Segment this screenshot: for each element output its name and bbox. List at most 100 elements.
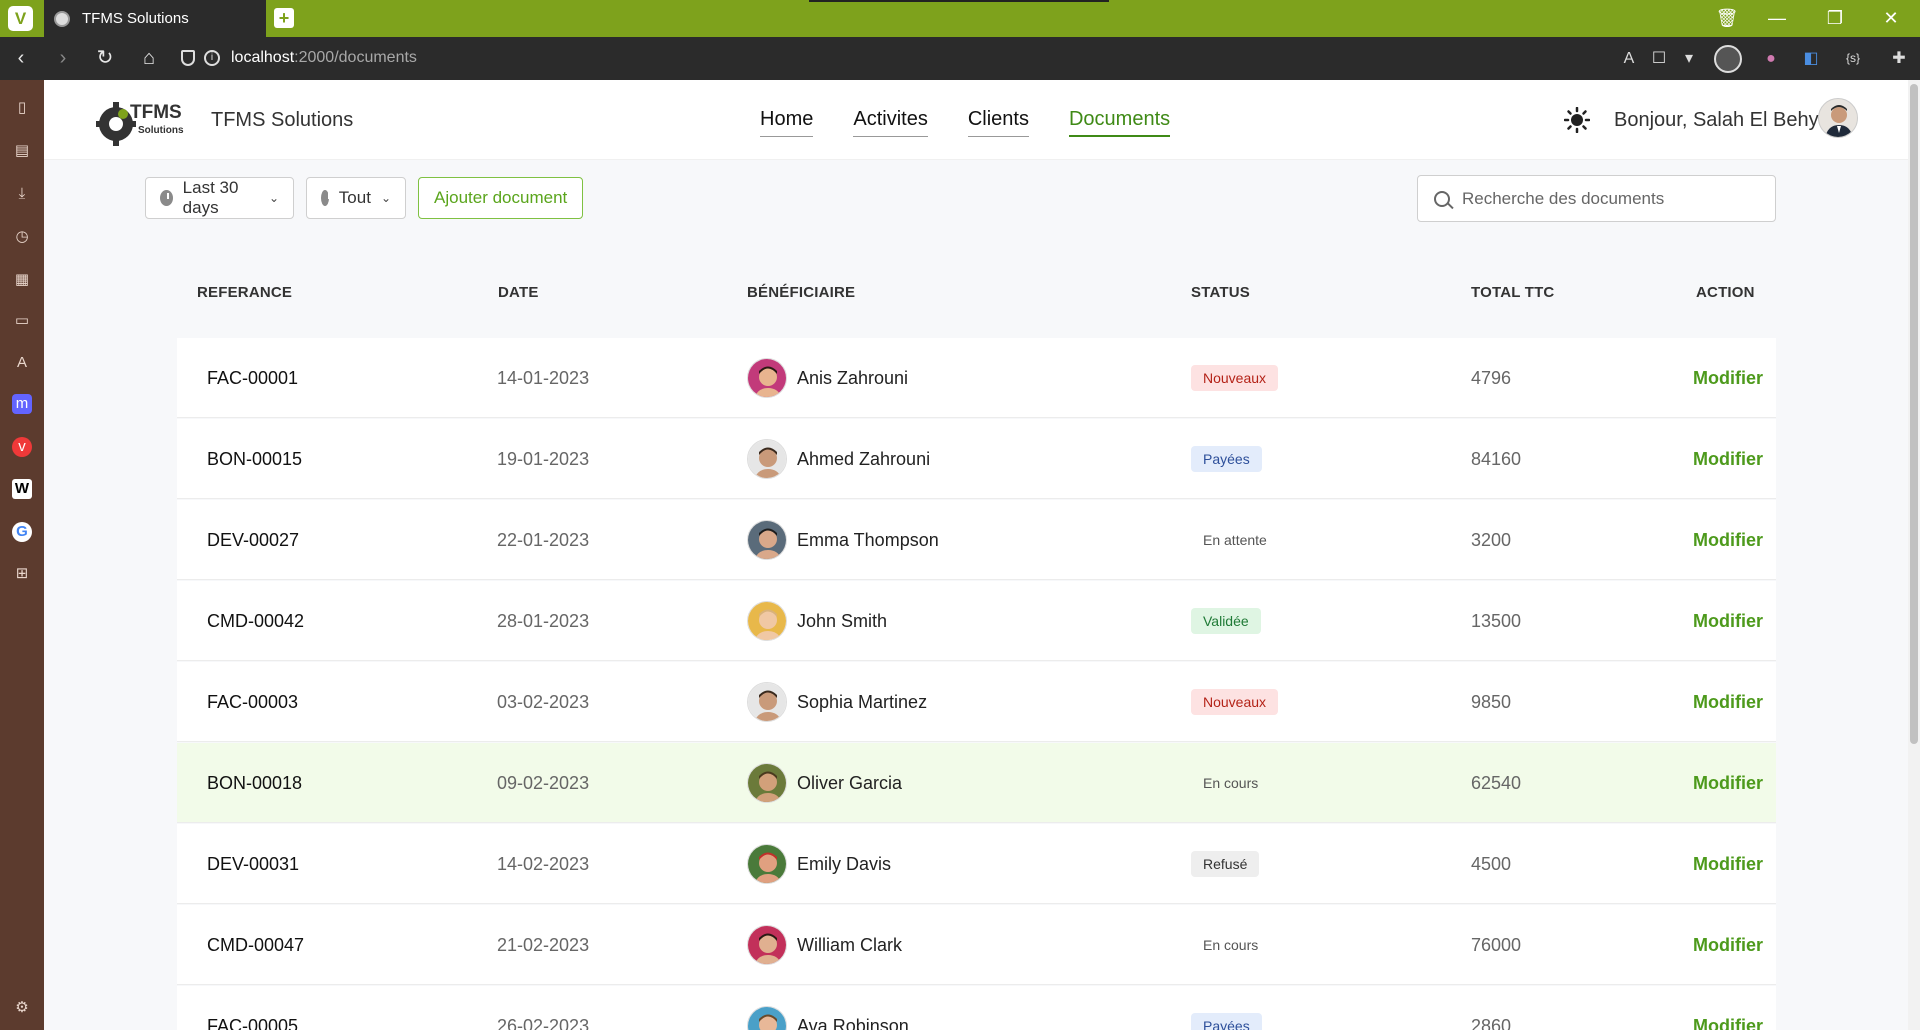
shield-icon[interactable] xyxy=(181,50,195,66)
back-icon[interactable]: ‹ xyxy=(6,37,36,80)
col-status[interactable]: STATUS xyxy=(1191,284,1250,301)
table-row[interactable]: CMD-00047 21-02-2023 William Clark En co… xyxy=(177,905,1776,985)
dropdown-icon[interactable]: ▾ xyxy=(1674,37,1704,80)
avatar xyxy=(747,601,787,641)
period-dropdown[interactable]: Last 30 days ⌄ xyxy=(145,177,294,219)
bookmarks-panel-icon[interactable]: ▯ xyxy=(12,98,32,118)
cell-date: 09-02-2023 xyxy=(497,772,590,793)
tab-favicon-icon xyxy=(54,10,70,27)
url-path: :2000/documents xyxy=(294,49,417,66)
avatar-image xyxy=(748,359,786,397)
reload-icon[interactable]: ↻ xyxy=(90,37,120,80)
cell-status: Validée xyxy=(1191,581,1261,661)
status-badge: Payées xyxy=(1191,446,1262,472)
browser-tab[interactable]: TFMS Solutions xyxy=(44,0,266,37)
url-field[interactable]: localhost:2000/documents xyxy=(231,49,417,67)
profile-avatar-icon[interactable] xyxy=(1714,45,1742,73)
vivaldi-panel-icon[interactable]: v xyxy=(12,437,32,457)
col-total-ttc[interactable]: TOTAL TTC xyxy=(1471,284,1554,301)
table-row[interactable]: DEV-00031 14-02-2023 Emily Davis Refusé … xyxy=(177,824,1776,904)
reading-list-icon[interactable]: ▤ xyxy=(12,141,32,161)
extension-icon[interactable]: ● xyxy=(1756,37,1786,80)
table-row[interactable]: FAC-00001 14-01-2023 Anis Zahrouni Nouve… xyxy=(177,338,1776,418)
extensions-puzzle-icon[interactable]: ✚ xyxy=(1884,37,1914,80)
cell-date: 19-01-2023 xyxy=(497,448,590,469)
table-row[interactable]: DEV-00027 22-01-2023 Emma Thompson En at… xyxy=(177,500,1776,580)
search-input[interactable] xyxy=(1462,188,1752,209)
table-row[interactable]: FAC-00003 03-02-2023 Sophia Martinez Nou… xyxy=(177,662,1776,742)
window-panel-icon[interactable]: ▭ xyxy=(12,311,32,331)
modify-link[interactable]: Modifier xyxy=(1693,986,1763,1030)
cell-status: Nouveaux xyxy=(1191,662,1279,742)
nav-documents[interactable]: Documents xyxy=(1068,108,1171,137)
history-icon[interactable]: ◷ xyxy=(12,227,32,247)
site-info-icon[interactable]: i xyxy=(204,50,220,66)
beneficiary-name: Anis Zahrouni xyxy=(797,367,909,388)
col-date[interactable]: DATE xyxy=(498,284,539,301)
translate-icon[interactable]: A xyxy=(1614,37,1644,80)
notes-icon[interactable]: ▦ xyxy=(12,270,32,290)
add-web-panel-icon[interactable]: ⊞ xyxy=(12,564,32,584)
nav-activites[interactable]: Activites xyxy=(853,108,928,137)
restore-button[interactable]: ❐ xyxy=(1810,0,1860,37)
minimize-button[interactable]: — xyxy=(1752,0,1802,37)
nav-clients[interactable]: Clients xyxy=(967,108,1029,137)
modify-link[interactable]: Modifier xyxy=(1693,581,1763,661)
beneficiary-name: John Smith xyxy=(797,610,888,631)
page-scrollbar-thumb[interactable] xyxy=(1910,84,1918,744)
trash-icon[interactable]: 🗑 xyxy=(1702,0,1752,37)
cell-total-ttc: 4500 xyxy=(1471,853,1512,874)
translate-panel-icon[interactable]: A xyxy=(12,353,32,373)
cell-reference: CMD-00047 xyxy=(207,934,305,955)
mastodon-icon[interactable]: m xyxy=(12,394,32,414)
modify-link[interactable]: Modifier xyxy=(1693,824,1763,904)
avatar-image xyxy=(748,1007,786,1030)
modify-link[interactable]: Modifier xyxy=(1693,500,1763,580)
col-referance[interactable]: REFERANCE xyxy=(197,284,292,301)
wikipedia-icon[interactable]: W xyxy=(12,479,32,499)
settings-gear-icon[interactable]: ⚙ xyxy=(12,998,32,1018)
modify-link[interactable]: Modifier xyxy=(1693,419,1763,499)
col-beneficiaire[interactable]: BÉNÉFICIAIRE xyxy=(747,284,855,301)
cell-status: Payées xyxy=(1191,986,1262,1030)
downloads-icon[interactable]: ⤓ xyxy=(12,184,32,204)
table-row[interactable]: BON-00015 19-01-2023 Ahmed Zahrouni Payé… xyxy=(177,419,1776,499)
forward-icon[interactable]: › xyxy=(48,37,78,80)
status-badge: En cours xyxy=(1203,775,1259,791)
theme-toggle-sun-icon[interactable] xyxy=(1564,107,1590,133)
status-filter-label: Tout xyxy=(338,188,371,207)
new-tab-button[interactable]: + xyxy=(274,8,294,28)
table-row[interactable]: BON-00018 09-02-2023 Oliver Garcia En co… xyxy=(177,743,1776,823)
bookmark-icon[interactable]: ☐ xyxy=(1644,37,1674,80)
status-filter-dropdown[interactable]: Tout ⌄ xyxy=(306,177,406,219)
user-avatar[interactable] xyxy=(1818,98,1858,138)
home-icon[interactable]: ⌂ xyxy=(134,37,164,80)
cell-beneficiary: Anis Zahrouni xyxy=(747,338,908,418)
document-search[interactable] xyxy=(1417,175,1776,222)
modify-link[interactable]: Modifier xyxy=(1693,338,1763,418)
modify-link[interactable]: Modifier xyxy=(1693,905,1763,985)
modify-link[interactable]: Modifier xyxy=(1693,743,1763,823)
documents-table: REFERANCE DATE BÉNÉFICIAIRE STATUS TOTAL… xyxy=(44,240,1908,1030)
add-document-button[interactable]: Ajouter document xyxy=(418,177,584,219)
cell-total-ttc: 9850 xyxy=(1471,691,1512,712)
tfms-logo[interactable]: TFMS Solutions xyxy=(96,92,198,148)
cell-total-ttc: 76000 xyxy=(1471,934,1522,955)
avatar xyxy=(747,1006,787,1030)
vivaldi-logo-icon[interactable]: V xyxy=(8,6,33,31)
google-icon[interactable]: G xyxy=(12,522,32,542)
table-row[interactable]: CMD-00042 28-01-2023 John Smith Validée … xyxy=(177,581,1776,661)
status-badge: En attente xyxy=(1203,532,1267,548)
extension-code-icon[interactable]: {s} xyxy=(1838,37,1868,80)
cell-reference: FAC-00003 xyxy=(207,691,299,712)
close-window-button[interactable]: ✕ xyxy=(1866,0,1916,37)
modify-link[interactable]: Modifier xyxy=(1693,662,1763,742)
table-row[interactable]: FAC-00005 26-02-2023 Ava Robinson Payées… xyxy=(177,986,1776,1030)
beneficiary-name: Ahmed Zahrouni xyxy=(797,448,931,469)
avatar xyxy=(747,439,787,479)
cell-beneficiary: John Smith xyxy=(747,581,887,661)
cell-reference: BON-00015 xyxy=(207,448,303,469)
extension-translate-icon[interactable]: ◧ xyxy=(1796,37,1826,80)
cell-beneficiary: Ava Robinson xyxy=(747,986,909,1030)
nav-home[interactable]: Home xyxy=(760,108,814,137)
